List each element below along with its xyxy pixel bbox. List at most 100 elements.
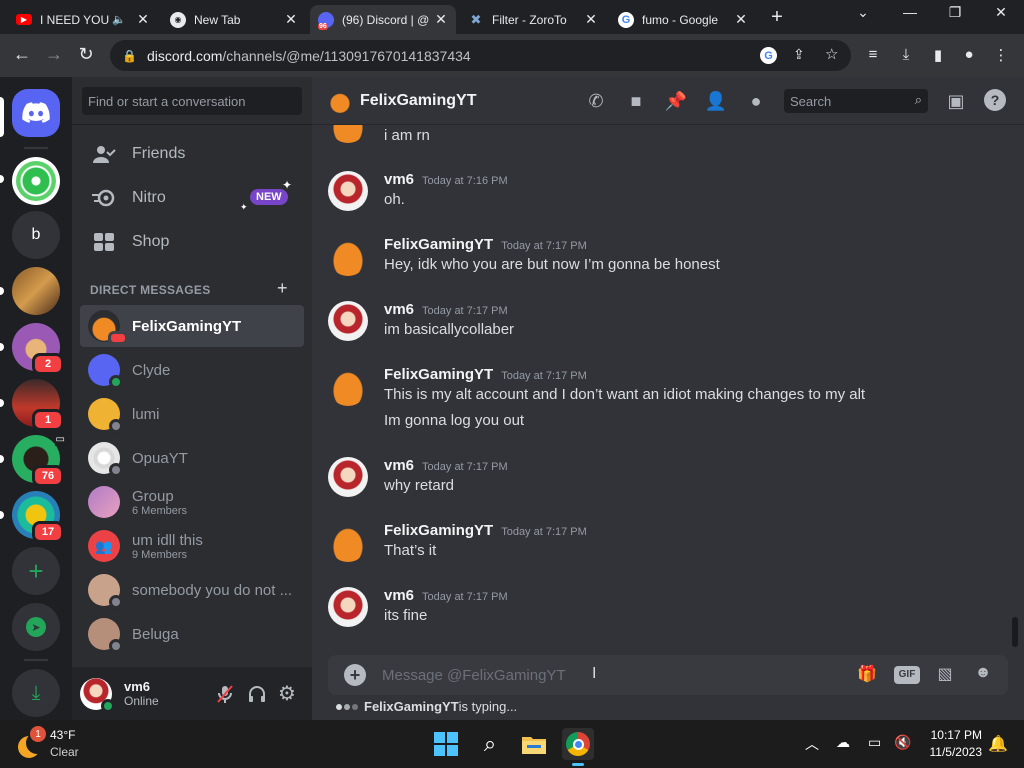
upload-plus-icon[interactable]: +	[344, 664, 366, 686]
file-explorer-icon[interactable]	[518, 728, 550, 760]
back-arrow-icon[interactable]: ←	[10, 44, 34, 65]
server-5-icon[interactable]: 2	[12, 323, 64, 375]
close-tab-icon[interactable]: ✕	[284, 11, 298, 28]
browser-tab-youtube[interactable]: ▶ I NEED YOU 🔈 ✕	[8, 5, 158, 34]
help-icon[interactable]: ?	[984, 89, 1006, 111]
explore-servers-icon[interactable]: ➤	[12, 603, 60, 651]
gift-icon[interactable]: 🎁	[854, 664, 880, 686]
dm-item-clyde[interactable]: Clyde	[80, 349, 304, 391]
start-video-call-icon[interactable]: ■	[624, 91, 648, 112]
media-control-icon[interactable]: ≡	[862, 46, 884, 66]
weather-moon-icon[interactable]: 1	[16, 726, 48, 758]
system-clock[interactable]: 10:17 PM 11/5/2023	[920, 728, 983, 759]
server-citrus-icon[interactable]	[12, 157, 60, 205]
dm-item-beluga[interactable]: Beluga	[80, 613, 304, 655]
mute-microphone-icon[interactable]	[216, 684, 234, 709]
nav-friends[interactable]: Friends	[80, 133, 304, 175]
dm-item-group[interactable]: Group 6 Members	[80, 481, 304, 523]
browser-tab-new-tab[interactable]: ◉ New Tab ✕	[162, 5, 306, 34]
side-panel-icon[interactable]: ▮	[927, 46, 949, 66]
server-b-icon[interactable]: b	[12, 211, 60, 259]
user-avatar[interactable]	[80, 677, 115, 713]
server-4-icon[interactable]	[12, 267, 60, 315]
pinned-messages-icon[interactable]: 📌	[664, 91, 688, 112]
emoji-icon[interactable]: ☻	[970, 664, 996, 686]
find-conversation-button[interactable]: Find or start a conversation	[82, 87, 302, 115]
onedrive-offline-icon[interactable]: ☁	[836, 734, 850, 751]
zoro-icon: ✖	[470, 11, 482, 27]
speaker-icon: 🔈	[112, 14, 126, 26]
menu-kebab-icon[interactable]: ⋮	[990, 46, 1012, 66]
pumpkin-avatar[interactable]	[328, 236, 368, 276]
unread-pill	[0, 343, 4, 351]
server-6-icon[interactable]: 1	[12, 379, 64, 431]
chevron-up-icon[interactable]: ︿	[805, 734, 819, 754]
server-7-icon[interactable]: ▭ 76	[12, 433, 66, 487]
new-tab-button[interactable]: +	[766, 6, 788, 29]
dm-item-lumi[interactable]: lumi	[80, 393, 304, 435]
user-settings-gear-icon[interactable]: ⚙	[278, 681, 296, 706]
close-window-button[interactable]: ✕	[986, 4, 1016, 21]
create-dm-plus-icon[interactable]: +	[277, 278, 288, 299]
minimize-button[interactable]: —	[895, 4, 925, 20]
close-tab-icon[interactable]: ✕	[734, 11, 748, 28]
network-icon[interactable]: ▭	[868, 734, 881, 751]
message-composer[interactable]: + Message @FelixGamingYT I 🎁 GIF ▧ ☻	[328, 655, 1008, 695]
pumpkin-avatar[interactable]	[328, 522, 368, 562]
reimu-avatar[interactable]	[328, 587, 368, 627]
weather-description[interactable]: Clear	[50, 745, 79, 759]
online-status-icon	[101, 698, 115, 713]
reimu-avatar[interactable]	[328, 301, 368, 341]
chat-scrollbar[interactable]	[1012, 617, 1018, 647]
volume-muted-icon[interactable]: 🔇	[894, 734, 911, 751]
search-icon[interactable]: ⌕	[474, 728, 506, 760]
pumpkin-avatar[interactable]	[328, 366, 368, 406]
maximize-button[interactable]: ❐	[940, 4, 970, 21]
offline-status-icon	[109, 595, 123, 609]
browser-tab-zoro[interactable]: ✖ Filter - ZoroTo ✕	[460, 5, 606, 34]
sticker-icon[interactable]: ▧	[932, 664, 958, 686]
browser-tab-google[interactable]: G fumo - Google ✕	[610, 5, 756, 34]
bookmark-star-icon[interactable]: ☆	[825, 45, 838, 63]
address-bar[interactable]: 🔒 discord.com/channels/@me/1130917670141…	[110, 40, 851, 71]
weather-temperature[interactable]: 43°F	[50, 728, 75, 742]
download-apps-icon[interactable]: ⤓	[12, 669, 60, 717]
dm-item-felixgamingyt[interactable]: FelixGamingYT	[80, 305, 304, 347]
dm-item-opuayt[interactable]: OpuaYT	[80, 437, 304, 479]
reimu-avatar[interactable]	[328, 171, 368, 211]
nav-shop[interactable]: Shop	[80, 221, 304, 263]
dm-item-um-idll-this[interactable]: 👥 um idll this 9 Members	[80, 525, 304, 567]
download-icon[interactable]: ⤓	[895, 46, 917, 66]
discord-home-icon[interactable]	[12, 89, 60, 137]
forward-arrow-icon[interactable]: →	[42, 44, 66, 65]
server-8-icon[interactable]: 17	[12, 491, 64, 543]
dm-item-somebody[interactable]: somebody you do not ...	[80, 569, 304, 611]
search-input[interactable]: Search ⌕	[784, 89, 928, 113]
add-friends-to-dm-icon[interactable]: 👤	[704, 91, 728, 112]
start-voice-call-icon[interactable]: ✆	[584, 91, 608, 112]
start-windows-icon[interactable]	[430, 728, 462, 760]
add-server-icon[interactable]: +	[12, 547, 60, 595]
close-tab-icon[interactable]: ✕	[136, 11, 150, 28]
tab-search-chevron-icon[interactable]: ⌄	[848, 4, 878, 21]
google-icon: G	[618, 11, 634, 28]
nav-nitro[interactable]: Nitro NEW ✦ ✦	[80, 177, 304, 219]
message-input[interactable]: Message @FelixGamingYT	[382, 667, 566, 684]
close-tab-icon[interactable]: ✕	[584, 11, 598, 28]
gif-icon[interactable]: GIF	[894, 666, 920, 684]
dm-sidebar: Find or start a conversation Friends Nit…	[72, 77, 312, 720]
friends-icon	[88, 138, 120, 170]
notification-bell-icon[interactable]: 🔔	[988, 734, 1008, 754]
browser-tab-discord[interactable]: 96 (96) Discord | @ ✕	[310, 5, 456, 34]
pumpkin-avatar[interactable]	[328, 125, 368, 143]
profile-icon[interactable]: ●	[958, 46, 980, 66]
headphones-icon[interactable]	[247, 684, 267, 709]
share-icon[interactable]: ⇪	[793, 46, 805, 63]
google-lens-icon[interactable]: G	[760, 47, 777, 64]
reimu-avatar[interactable]	[328, 457, 368, 497]
user-profile-icon[interactable]: ●	[744, 91, 768, 112]
reload-icon[interactable]: ↻	[74, 44, 98, 65]
close-tab-icon[interactable]: ✕	[434, 11, 448, 28]
chrome-taskbar-icon[interactable]	[562, 728, 594, 766]
inbox-icon[interactable]: ▣	[944, 91, 968, 112]
